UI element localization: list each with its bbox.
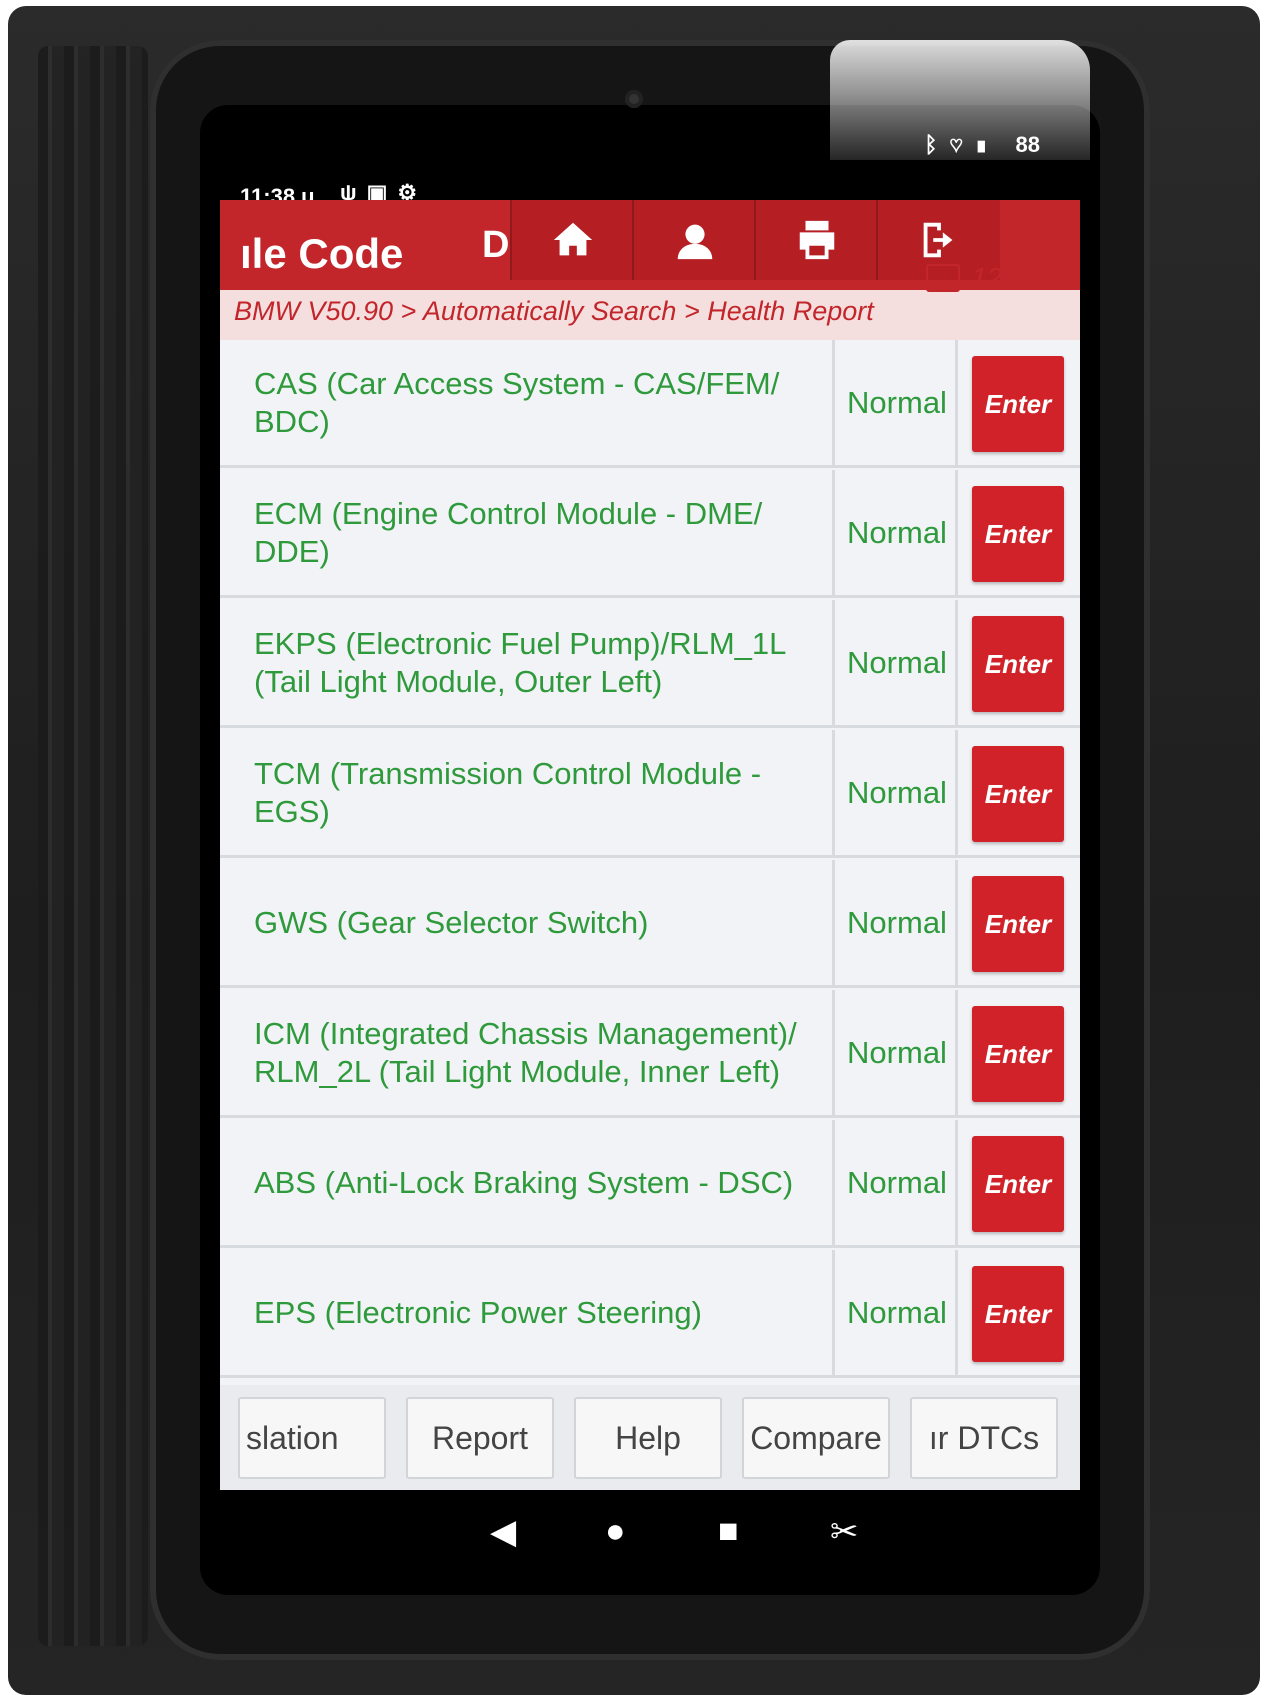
android-navbar: ◀ ● ■ ✂: [220, 1490, 1080, 1570]
enter-button[interactable]: Enter: [972, 1006, 1064, 1102]
system-status: Normal: [847, 644, 947, 680]
support-icon: [677, 224, 713, 260]
column-divider: [955, 340, 958, 465]
column-divider: [832, 990, 835, 1115]
column-divider: [832, 860, 835, 985]
enter-button[interactable]: Enter: [972, 876, 1064, 972]
system-status: Normal: [847, 514, 947, 550]
translation-button[interactable]: slation: [238, 1397, 386, 1479]
system-name: EKPS (Electronic Fuel Pump)/RLM_1L (Tail…: [254, 625, 786, 699]
column-divider: [955, 1250, 958, 1375]
enter-button[interactable]: Enter: [972, 1266, 1064, 1362]
column-divider: [832, 340, 835, 465]
device-grip: [38, 46, 148, 1646]
voltage-readout: 12.70V: [971, 262, 1060, 293]
list-item: ICM (Integrated Chassis Management)/ RLM…: [220, 990, 1080, 1118]
column-divider: [955, 860, 958, 985]
system-name: ICM (Integrated Chassis Management)/ RLM…: [254, 1015, 797, 1089]
system-name: CAS (Car Access System - CAS/FEM/ BDC): [254, 365, 780, 439]
list-item: ABS (Anti-Lock Braking System - DSC) Nor…: [220, 1120, 1080, 1248]
system-name: TCM (Transmission Control Module - EGS): [254, 755, 762, 829]
column-divider: [832, 600, 835, 725]
camera-icon: [625, 90, 643, 108]
enter-button[interactable]: Enter: [972, 356, 1064, 452]
list-item: GWS (Gear Selector Switch) Normal Enter: [220, 860, 1080, 988]
clear-dtcs-button[interactable]: ır DTCs: [910, 1397, 1058, 1479]
home-circle-icon[interactable]: ●: [605, 1512, 626, 1551]
system-name: EPS (Electronic Power Steering): [254, 1294, 702, 1330]
home-icon: [553, 222, 593, 256]
column-divider: [955, 990, 958, 1115]
system-status: Normal: [847, 1034, 947, 1070]
system-status: Normal: [847, 384, 947, 420]
column-divider: [955, 1120, 958, 1245]
list-item: ECM (Engine Control Module - DME/ DDE) N…: [220, 470, 1080, 598]
enter-button[interactable]: Enter: [972, 486, 1064, 582]
system-name: GWS (Gear Selector Switch): [254, 904, 649, 940]
breadcrumb-path: BMW V50.90 > Automatically Search > Heal…: [234, 296, 874, 326]
back-icon[interactable]: ◀: [490, 1512, 516, 1552]
compare-button[interactable]: Compare: [742, 1397, 890, 1479]
enter-button[interactable]: Enter: [972, 616, 1064, 712]
breadcrumb: BMW V50.90 > Automatically Search > Heal…: [220, 262, 1080, 340]
column-divider: [955, 730, 958, 855]
print-icon: [799, 220, 835, 260]
system-list: CAS (Car Access System - CAS/FEM/ BDC) N…: [220, 340, 1080, 1385]
support-button[interactable]: [632, 200, 756, 280]
home-button[interactable]: [510, 200, 634, 280]
list-item: CAS (Car Access System - CAS/FEM/ BDC) N…: [220, 340, 1080, 468]
system-status: Normal: [847, 774, 947, 810]
column-divider: [832, 1120, 835, 1245]
system-name: ABS (Anti-Lock Braking System - DSC): [254, 1164, 794, 1200]
list-item: EPS (Electronic Power Steering) Normal E…: [220, 1250, 1080, 1378]
print-button[interactable]: [754, 200, 878, 280]
screenshot-icon[interactable]: ✂: [830, 1512, 859, 1552]
column-divider: [955, 470, 958, 595]
column-divider: [955, 600, 958, 725]
enter-button[interactable]: Enter: [972, 746, 1064, 842]
list-item: EKPS (Electronic Fuel Pump)/RLM_1L (Tail…: [220, 600, 1080, 728]
system-status: Normal: [847, 1164, 947, 1200]
enter-button[interactable]: Enter: [972, 1136, 1064, 1232]
system-name: ECM (Engine Control Module - DME/ DDE): [254, 495, 763, 569]
list-item: TCM (Transmission Control Module - EGS) …: [220, 730, 1080, 858]
bottom-toolbar: slation Report Help Compare ır DTCs: [220, 1385, 1080, 1490]
system-status: Normal: [847, 904, 947, 940]
screen-glare: [830, 40, 1090, 160]
system-status: Normal: [847, 1294, 947, 1330]
column-divider: [832, 730, 835, 855]
column-divider: [832, 470, 835, 595]
report-button[interactable]: Report: [406, 1397, 554, 1479]
help-button[interactable]: Help: [574, 1397, 722, 1479]
page-title: ıle Code: [240, 230, 404, 277]
exit-icon: [923, 222, 953, 258]
battery-voltage-icon: [926, 264, 960, 292]
column-divider: [832, 1250, 835, 1375]
recents-icon[interactable]: ■: [718, 1512, 739, 1551]
